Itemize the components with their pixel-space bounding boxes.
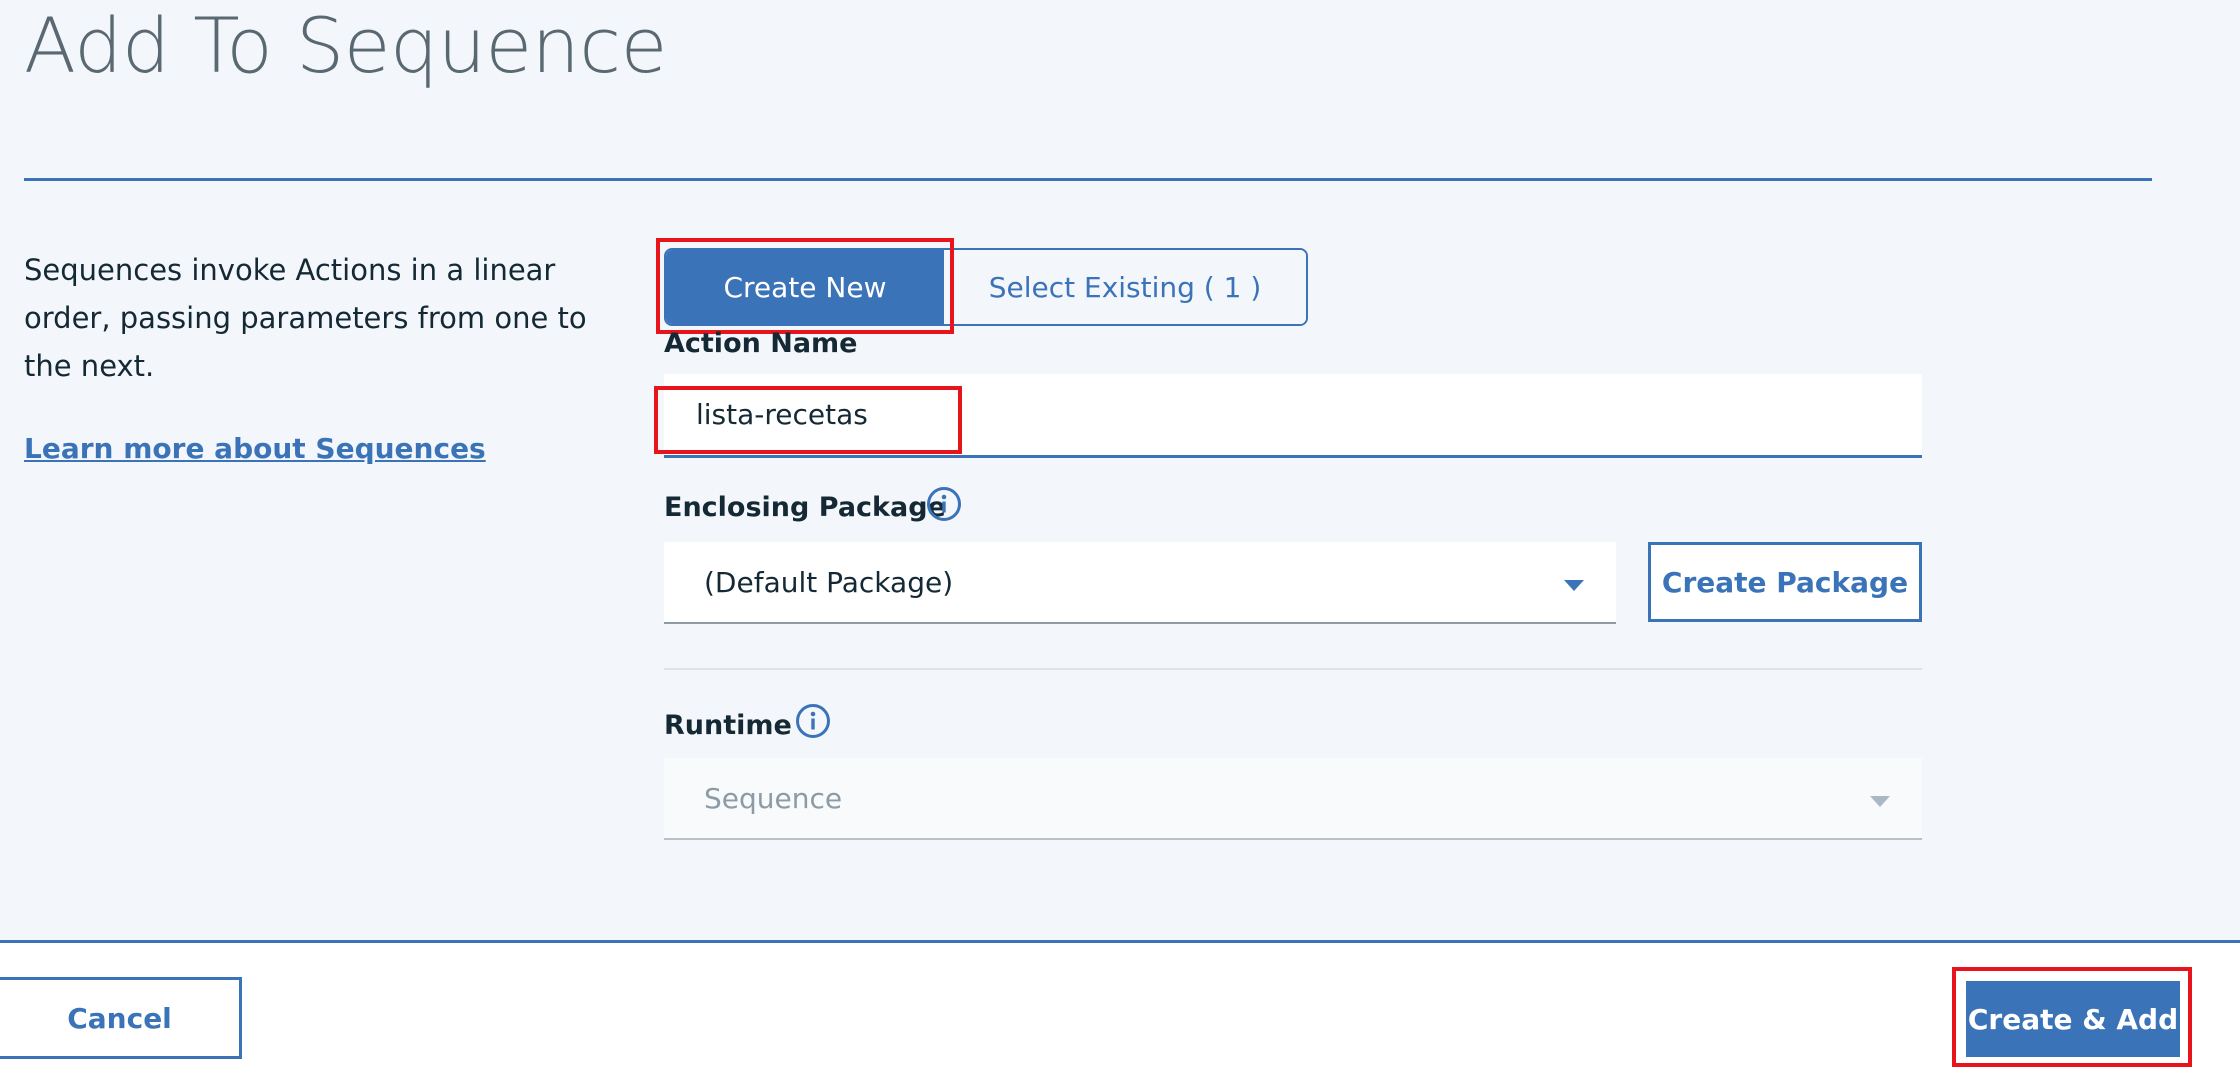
select-existing-tab[interactable]: Select Existing ( 1 )	[944, 250, 1306, 324]
chevron-down-icon	[1870, 796, 1890, 807]
title-divider	[24, 178, 2152, 181]
action-name-input[interactable]: lista-recetas	[664, 374, 1922, 458]
enclosing-package-value: (Default Package)	[704, 565, 954, 599]
chevron-down-icon	[1564, 580, 1584, 591]
cancel-button[interactable]: Cancel	[0, 977, 242, 1059]
create-and-add-button[interactable]: Create & Add	[1966, 981, 2180, 1057]
runtime-value: Sequence	[704, 781, 843, 815]
mode-toggle: Create New Select Existing ( 1 )	[664, 248, 1308, 326]
runtime-label: Runtime	[664, 710, 792, 741]
sequence-description: Sequences invoke Actions in a linear ord…	[24, 253, 587, 383]
section-divider	[664, 668, 1922, 670]
info-icon[interactable]	[795, 703, 831, 739]
enclosing-package-label: Enclosing Package	[664, 492, 946, 523]
page-title: Add To Sequence	[24, 1, 667, 90]
action-name-value: lista-recetas	[696, 398, 868, 431]
dialog-footer: Cancel Create & Add	[0, 940, 2240, 1070]
runtime-select: Sequence	[664, 758, 1922, 840]
create-package-button[interactable]: Create Package	[1648, 542, 1922, 622]
action-name-label: Action Name	[664, 328, 858, 359]
learn-more-link[interactable]: Learn more about Sequences	[24, 432, 486, 465]
add-to-sequence-dialog: Add To Sequence Sequences invoke Actions…	[0, 0, 2240, 1070]
enclosing-package-select[interactable]: (Default Package)	[664, 542, 1616, 624]
create-new-tab[interactable]: Create New	[666, 250, 944, 324]
info-icon[interactable]	[926, 486, 962, 522]
